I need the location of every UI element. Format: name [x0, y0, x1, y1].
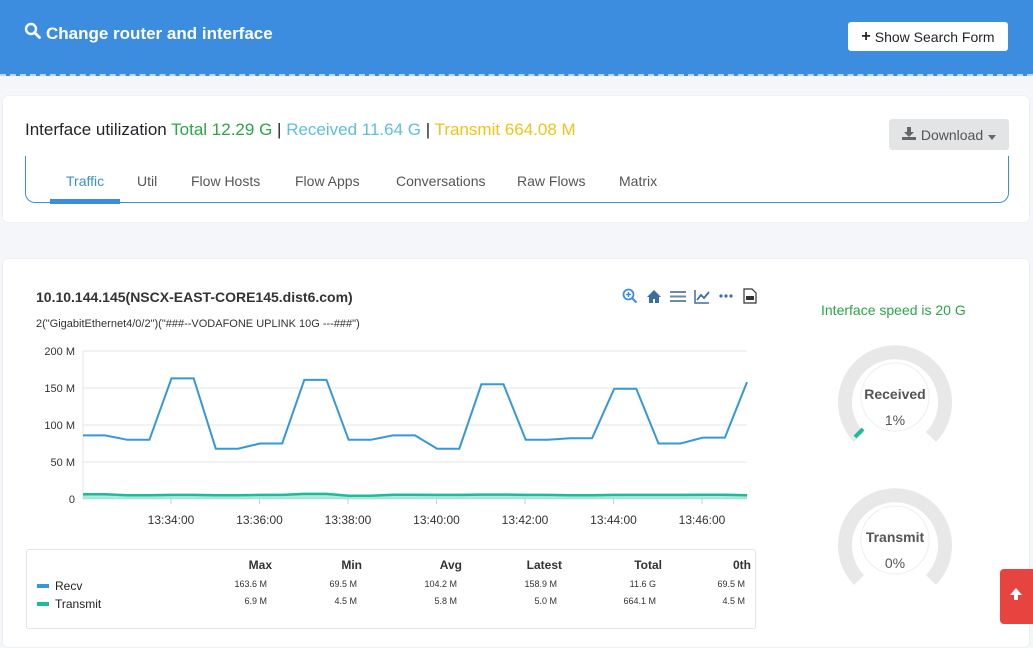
traffic-chart[interactable]: 200 M 150 M 100 M 50 M 0 13:34:00 13:36:00 13:… [31, 339, 771, 539]
more-icon[interactable] [716, 287, 736, 305]
tab-conversations[interactable]: Conversations [396, 173, 486, 189]
page-title: Change router and interface [46, 23, 273, 43]
chart-subtitle: 2("GigabitEthernet4/0/2")("###--VODAFONE… [36, 318, 360, 330]
home-icon[interactable] [644, 287, 664, 305]
stat-cell: 69.5 M [329, 579, 357, 589]
utilization-card: Interface utilization Total 12.29 G | Re… [2, 95, 1030, 223]
x-tick-label: 13:36:00 [236, 513, 283, 527]
active-tab-indicator [50, 199, 120, 204]
series-line-recv[interactable] [83, 377, 748, 450]
y-tick-label: 100 M [44, 420, 75, 432]
chart-toolbar [620, 287, 760, 305]
legend-item-transmit[interactable]: Transmit [37, 597, 101, 611]
menu-icon[interactable] [668, 287, 688, 305]
x-tick-label: 13:38:00 [325, 513, 372, 527]
download-button[interactable]: Download [889, 119, 1009, 150]
stat-cell: 163.6 M [234, 579, 267, 589]
plus-icon: + [861, 27, 871, 45]
received-gauge-value: 1% [884, 412, 906, 428]
stat-cell: 4.5 M [334, 596, 357, 606]
transmit-gauge: Transmit 0% [835, 482, 955, 592]
stat-header-total: Total [634, 558, 662, 572]
stat-cell: 4.5 M [722, 596, 745, 606]
stat-cell: 664.1 M [623, 596, 656, 606]
chart-legend: Max Min Avg Latest Total 0th Recv 163.6 … [26, 549, 756, 629]
zoom-in-icon[interactable] [620, 287, 640, 305]
stat-cell: 104.2 M [424, 579, 457, 589]
transmit-value: Transmit 664.08 M [434, 120, 576, 139]
line-chart-icon[interactable] [692, 287, 712, 305]
legend-swatch-transmit [37, 602, 49, 606]
traffic-card: 10.10.144.145(NSCX-EAST-CORE145.dist6.co… [2, 258, 1030, 648]
stat-header-0th: 0th [733, 558, 751, 572]
total-value: Total 12.29 G [171, 120, 273, 139]
stat-cell: 5.0 M [534, 596, 557, 606]
tab-flow-apps[interactable]: Flow Apps [295, 173, 360, 189]
tab-matrix[interactable]: Matrix [619, 173, 657, 189]
stat-cell: 6.9 M [244, 596, 267, 606]
received-gauge: Received 1% [835, 339, 955, 449]
arrow-up-icon [1008, 586, 1024, 607]
series-line-transmit[interactable] [83, 492, 748, 497]
stat-header-max: Max [248, 558, 272, 572]
stat-cell: 158.9 M [524, 579, 557, 589]
caret-down-icon [988, 127, 997, 143]
tab-util[interactable]: Util [137, 173, 157, 189]
y-tick-label: 50 M [51, 457, 75, 469]
received-gauge-label: Received [864, 386, 926, 402]
y-tick-label: 0 [69, 494, 75, 506]
change-router-link[interactable]: Change router and interface [24, 22, 273, 45]
y-tick-label: 150 M [44, 383, 75, 395]
top-bar: Change router and interface + Show Searc… [0, 0, 1033, 76]
transmit-gauge-value: 0% [884, 555, 906, 571]
stat-header-latest: Latest [526, 558, 562, 572]
tab-traffic[interactable]: Traffic [66, 173, 104, 189]
chart-title: 10.10.144.145(NSCX-EAST-CORE145.dist6.co… [36, 289, 353, 305]
search-icon [24, 22, 42, 45]
stat-header-avg: Avg [439, 558, 462, 572]
x-tick-label: 13:46:00 [679, 513, 726, 527]
received-value: Received 11.64 G [286, 120, 422, 139]
transmit-gauge-label: Transmit [865, 529, 925, 545]
scroll-to-top-button[interactable] [1000, 569, 1033, 624]
x-tick-label: 13:40:00 [413, 513, 460, 527]
show-search-form-button[interactable]: + Show Search Form [848, 22, 1008, 51]
stat-cell: 11.6 G [629, 579, 656, 589]
utilization-summary: Interface utilization Total 12.29 G | Re… [25, 120, 576, 139]
x-tick-label: 13:44:00 [590, 513, 637, 527]
legend-item-recv[interactable]: Recv [37, 579, 82, 593]
interface-speed-label: Interface speed is 20 G [821, 302, 966, 318]
tab-bar: Traffic Util Flow Hosts Flow Apps Conver… [25, 156, 1009, 204]
stat-cell: 69.5 M [717, 579, 745, 589]
stat-cell: 5.8 M [434, 596, 457, 606]
tab-flow-hosts[interactable]: Flow Hosts [191, 173, 260, 189]
legend-swatch-recv [37, 584, 49, 588]
x-tick-label: 13:42:00 [502, 513, 549, 527]
x-tick-label: 13:34:00 [148, 513, 195, 527]
y-tick-label: 200 M [44, 346, 75, 358]
pdf-icon[interactable] [740, 287, 760, 305]
stat-header-min: Min [341, 558, 362, 572]
download-icon [901, 126, 916, 143]
tab-raw-flows[interactable]: Raw Flows [517, 173, 585, 189]
